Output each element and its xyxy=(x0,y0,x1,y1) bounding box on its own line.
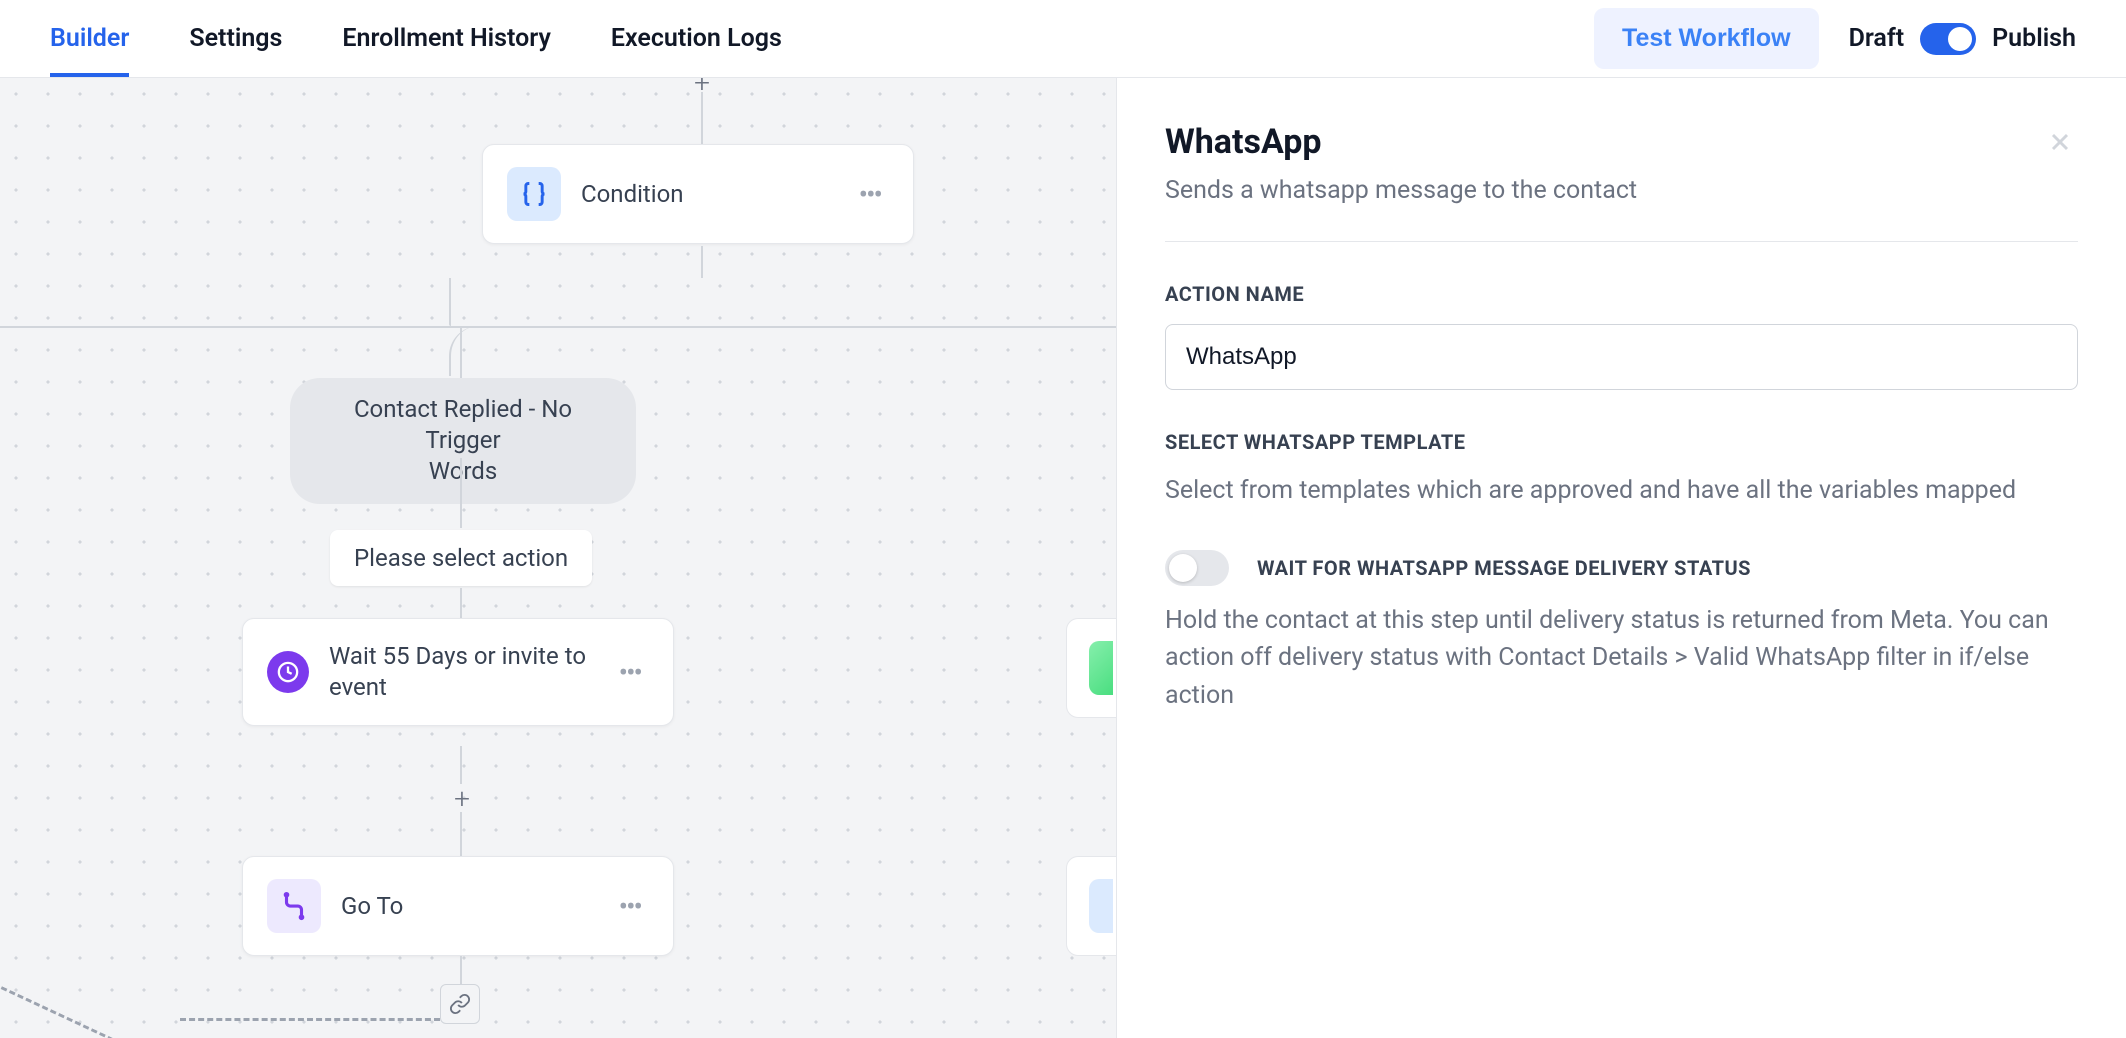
template-group: SELECT WHATSAPP TEMPLATE Select from tem… xyxy=(1165,430,2078,510)
nav-tabs: Builder Settings Enrollment History Exec… xyxy=(50,0,782,77)
action-name-label: ACTION NAME xyxy=(1165,282,2078,306)
wait-toggle-group: WAIT FOR WHATSAPP MESSAGE DELIVERY STATU… xyxy=(1165,550,2078,715)
connector xyxy=(701,92,703,144)
more-icon[interactable]: ••• xyxy=(611,656,649,689)
node-label: Go To xyxy=(341,892,591,920)
workflow-canvas[interactable]: + Condition ••• Contact Replied - No T xyxy=(0,78,1116,1038)
condition-branch-pill[interactable]: Contact Replied - No Trigger Words xyxy=(290,378,636,504)
connector xyxy=(701,246,703,278)
connector xyxy=(460,812,462,856)
partial-node[interactable] xyxy=(1066,618,1116,718)
draft-label: Draft xyxy=(1849,24,1905,53)
wait-node[interactable]: Wait 55 Days or invite to event ••• xyxy=(242,618,674,726)
path-icon xyxy=(267,879,321,933)
test-workflow-button[interactable]: Test Workflow xyxy=(1594,8,1819,69)
tab-execution-logs[interactable]: Execution Logs xyxy=(611,0,782,77)
action-name-group: ACTION NAME xyxy=(1165,282,2078,390)
dashed-connector xyxy=(180,1018,440,1021)
partial-icon xyxy=(1089,879,1113,933)
connector-curve xyxy=(449,326,929,376)
pill-text-line1: Contact Replied - No Trigger xyxy=(326,394,600,456)
pill-text-line2: Words xyxy=(326,456,600,487)
clock-icon xyxy=(267,651,309,693)
connector xyxy=(460,746,462,784)
panel-subtitle: Sends a whatsapp message to the contact xyxy=(1165,176,1637,205)
wait-help-text: Hold the contact at this step until deli… xyxy=(1165,602,2078,715)
connector xyxy=(460,326,462,380)
wait-status-toggle[interactable] xyxy=(1165,550,1229,586)
top-navigation: Builder Settings Enrollment History Exec… xyxy=(0,0,2126,78)
template-label: SELECT WHATSAPP TEMPLATE xyxy=(1165,430,2078,454)
main-content: + Condition ••• Contact Replied - No T xyxy=(0,78,2126,1038)
connector xyxy=(460,956,462,986)
add-step-button[interactable]: + xyxy=(448,784,476,812)
connector xyxy=(449,278,451,326)
braces-icon xyxy=(507,167,561,221)
select-action-prompt[interactable]: Please select action xyxy=(330,530,592,586)
publish-toggle-group: Draft Publish xyxy=(1849,23,2076,55)
template-help: Select from templates which are approved… xyxy=(1165,472,2078,510)
panel-header: WhatsApp Sends a whatsapp message to the… xyxy=(1165,122,2078,242)
condition-node[interactable]: Condition ••• xyxy=(482,144,914,244)
goto-node[interactable]: Go To ••• xyxy=(242,856,674,956)
wait-toggle-label: WAIT FOR WHATSAPP MESSAGE DELIVERY STATU… xyxy=(1257,556,1751,580)
tab-builder[interactable]: Builder xyxy=(50,0,129,77)
panel-title: WhatsApp xyxy=(1165,122,1637,162)
partial-icon xyxy=(1089,641,1113,695)
tab-enrollment-history[interactable]: Enrollment History xyxy=(342,0,551,77)
node-label: Condition xyxy=(581,180,831,208)
publish-label: Publish xyxy=(1992,24,2076,53)
node-label: Wait 55 Days or invite to event xyxy=(329,641,591,703)
more-icon[interactable]: ••• xyxy=(611,890,649,923)
publish-toggle[interactable] xyxy=(1920,23,1976,55)
action-name-input[interactable] xyxy=(1165,324,2078,390)
partial-node[interactable] xyxy=(1066,856,1116,956)
close-icon[interactable] xyxy=(2042,122,2078,168)
more-icon[interactable]: ••• xyxy=(851,178,889,211)
action-config-panel: WhatsApp Sends a whatsapp message to the… xyxy=(1116,78,2126,1038)
nav-right: Test Workflow Draft Publish xyxy=(1594,8,2076,69)
link-icon[interactable] xyxy=(440,984,480,1024)
dashed-connector xyxy=(0,948,201,1038)
connector xyxy=(460,458,462,528)
tab-settings[interactable]: Settings xyxy=(189,0,282,77)
